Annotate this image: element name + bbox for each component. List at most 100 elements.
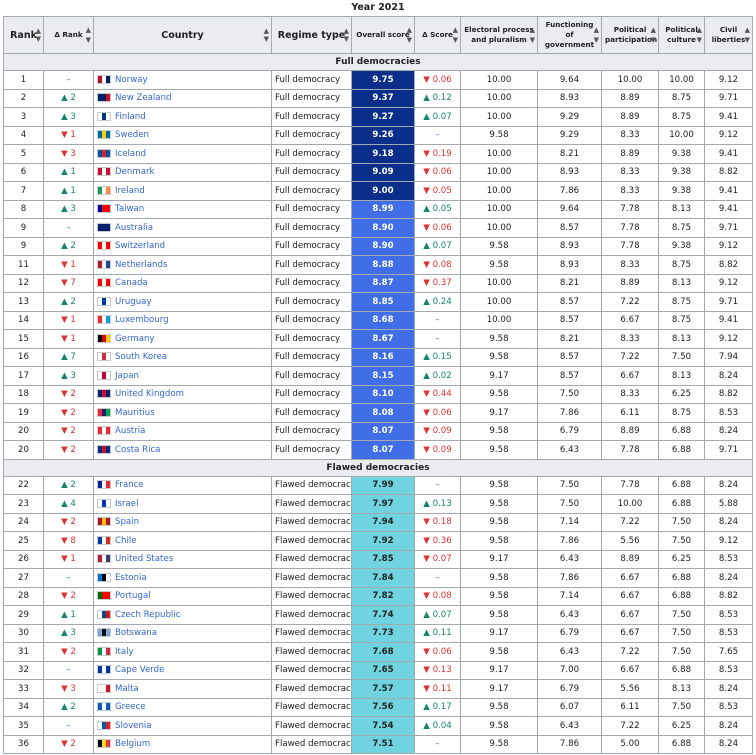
electoral-cell: 9.58 [460, 475, 538, 495]
delta-score-cell: ▼ 0.09 [414, 421, 461, 441]
sort-icon[interactable]: ▲ ▼ [264, 27, 269, 43]
liberties-cell: 8.24 [704, 716, 753, 736]
electoral-cell: 9.58 [460, 642, 538, 662]
participation-cell: 7.22 [601, 642, 659, 662]
country-link[interactable]: Chile [115, 536, 137, 546]
overall-score-cell: 7.68 [351, 642, 415, 662]
delta-rank-cell: ▲ 2 [43, 236, 94, 256]
sort-icon[interactable]: ▲ ▼ [453, 25, 458, 45]
country-link[interactable]: Sweden [115, 130, 149, 140]
participation-cell: 8.33 [601, 255, 659, 275]
liberties-cell: 9.12 [704, 125, 753, 145]
country-link[interactable]: South Korea [115, 352, 167, 362]
column-header-rank[interactable]: Rank ▲ ▼ [3, 16, 44, 54]
sort-icon[interactable]: ▲ ▼ [697, 25, 702, 45]
sort-icon[interactable]: ▲ ▼ [594, 25, 599, 45]
sort-icon[interactable]: ▲ ▼ [344, 27, 349, 43]
country-link[interactable]: Austria [115, 426, 145, 436]
flag-icon [97, 241, 111, 251]
sort-icon[interactable]: ▲ ▼ [36, 27, 41, 43]
overall-score-cell: 9.75 [351, 70, 415, 90]
participation-cell: 6.67 [601, 310, 659, 330]
country-link[interactable]: Iceland [115, 149, 146, 159]
country-link[interactable]: Netherlands [115, 260, 167, 270]
delta-rank-cell: ▼ 3 [43, 679, 94, 699]
country-link[interactable]: United Kingdom [115, 389, 184, 399]
column-header-country[interactable]: Country ▲ ▼ [93, 16, 272, 54]
country-link[interactable]: Italy [115, 647, 134, 657]
country-link[interactable]: Luxembourg [115, 315, 169, 325]
sort-icon[interactable]: ▲ ▼ [530, 25, 535, 45]
country-link[interactable]: France [115, 480, 144, 490]
country-link[interactable]: Spain [115, 517, 139, 527]
functioning-cell: 6.43 [537, 642, 602, 662]
regime-cell: Full democracy [271, 162, 352, 182]
culture-cell: 7.50 [658, 512, 705, 532]
country-link[interactable]: Canada [115, 278, 148, 288]
country-link[interactable]: Mauritius [115, 408, 155, 418]
column-header-culture[interactable]: Political culture ▲ ▼ [658, 16, 705, 54]
delta-score-cell: ▼ 0.06 [414, 162, 461, 182]
participation-cell: 8.33 [601, 125, 659, 145]
delta-rank-cell: ▼ 3 [43, 144, 94, 164]
country-link[interactable]: Taiwan [115, 204, 144, 214]
rank-cell: 27 [3, 568, 44, 588]
sort-icon[interactable]: ▲ ▼ [407, 25, 412, 45]
regime-cell: Full democracy [271, 125, 352, 145]
column-header-delta-score[interactable]: Δ Score ▲ ▼ [414, 16, 461, 54]
country-link[interactable]: Israel [115, 499, 139, 509]
culture-cell: 9.38 [658, 162, 705, 182]
country-link[interactable]: New Zealand [115, 93, 171, 103]
column-header-electoral[interactable]: Electoral process and pluralism ▲ ▼ [460, 16, 538, 54]
country-link[interactable]: Switzerland [115, 241, 165, 251]
sort-icon[interactable]: ▲ ▼ [86, 25, 91, 45]
participation-cell: 7.78 [601, 475, 659, 495]
delta-score-cell: ▲ 0.07 [414, 605, 461, 625]
country-link[interactable]: Germany [115, 334, 155, 344]
delta-score-cell: ▼ 0.19 [414, 144, 461, 164]
table-row: 19 ▼ 2 Mauritius Full democracy 8.08 ▼ 0.06 9.… [3, 403, 753, 423]
sort-icon[interactable]: ▲ ▼ [745, 25, 750, 45]
column-header-delta-rank[interactable]: Δ Rank ▲ ▼ [43, 16, 94, 54]
country-link[interactable]: Costa Rica [115, 445, 160, 455]
country-link[interactable]: United States [115, 554, 173, 564]
flag-icon [97, 591, 111, 601]
electoral-cell: 9.58 [460, 605, 538, 625]
functioning-cell: 7.86 [537, 403, 602, 423]
overall-score-cell: 7.84 [351, 568, 415, 588]
column-header-regime[interactable]: Regime type ▲ ▼ [271, 16, 352, 54]
sort-icon[interactable]: ▲ ▼ [651, 25, 656, 45]
column-header-overall-score[interactable]: Overall score ▲ ▼ [351, 16, 415, 54]
country-link[interactable]: Czech Republic [115, 610, 180, 620]
country-link[interactable]: Greece [115, 702, 146, 712]
column-header-liberties[interactable]: Civil liberties ▲ ▼ [704, 16, 753, 54]
country-link[interactable]: Botswana [115, 628, 157, 638]
country-cell: Spain [93, 512, 272, 532]
country-link[interactable]: Uruguay [115, 297, 152, 307]
country-link[interactable]: Slovenia [115, 721, 152, 731]
rank-cell: 20 [3, 440, 44, 460]
delta-rank-cell: ▲ 2 [43, 292, 94, 312]
country-link[interactable]: Ireland [115, 186, 145, 196]
rank-cell: 6 [3, 162, 44, 182]
country-link[interactable]: Cape Verde [115, 665, 164, 675]
delta-score-cell: ▲ 0.07 [414, 236, 461, 256]
overall-score-cell: 7.51 [351, 734, 415, 754]
participation-cell: 6.67 [601, 568, 659, 588]
culture-cell: 7.50 [658, 697, 705, 717]
country-cell: Switzerland [93, 236, 272, 256]
electoral-cell: 9.58 [460, 421, 538, 441]
country-link[interactable]: Norway [115, 75, 148, 85]
country-link[interactable]: Japan [115, 371, 139, 381]
country-link[interactable]: Malta [115, 684, 139, 694]
country-link[interactable]: Australia [115, 223, 153, 233]
country-link[interactable]: Estonia [115, 573, 147, 583]
country-link[interactable]: Denmark [115, 167, 155, 177]
country-link[interactable]: Finland [115, 112, 146, 122]
column-header-functioning[interactable]: Functioning of government ▲ ▼ [537, 16, 602, 54]
regime-cell: Full democracy [271, 144, 352, 164]
column-header-participation[interactable]: Political participation ▲ ▼ [601, 16, 659, 54]
country-link[interactable]: Belgium [115, 739, 150, 749]
country-link[interactable]: Portugal [115, 591, 151, 601]
electoral-cell: 10.00 [460, 310, 538, 330]
